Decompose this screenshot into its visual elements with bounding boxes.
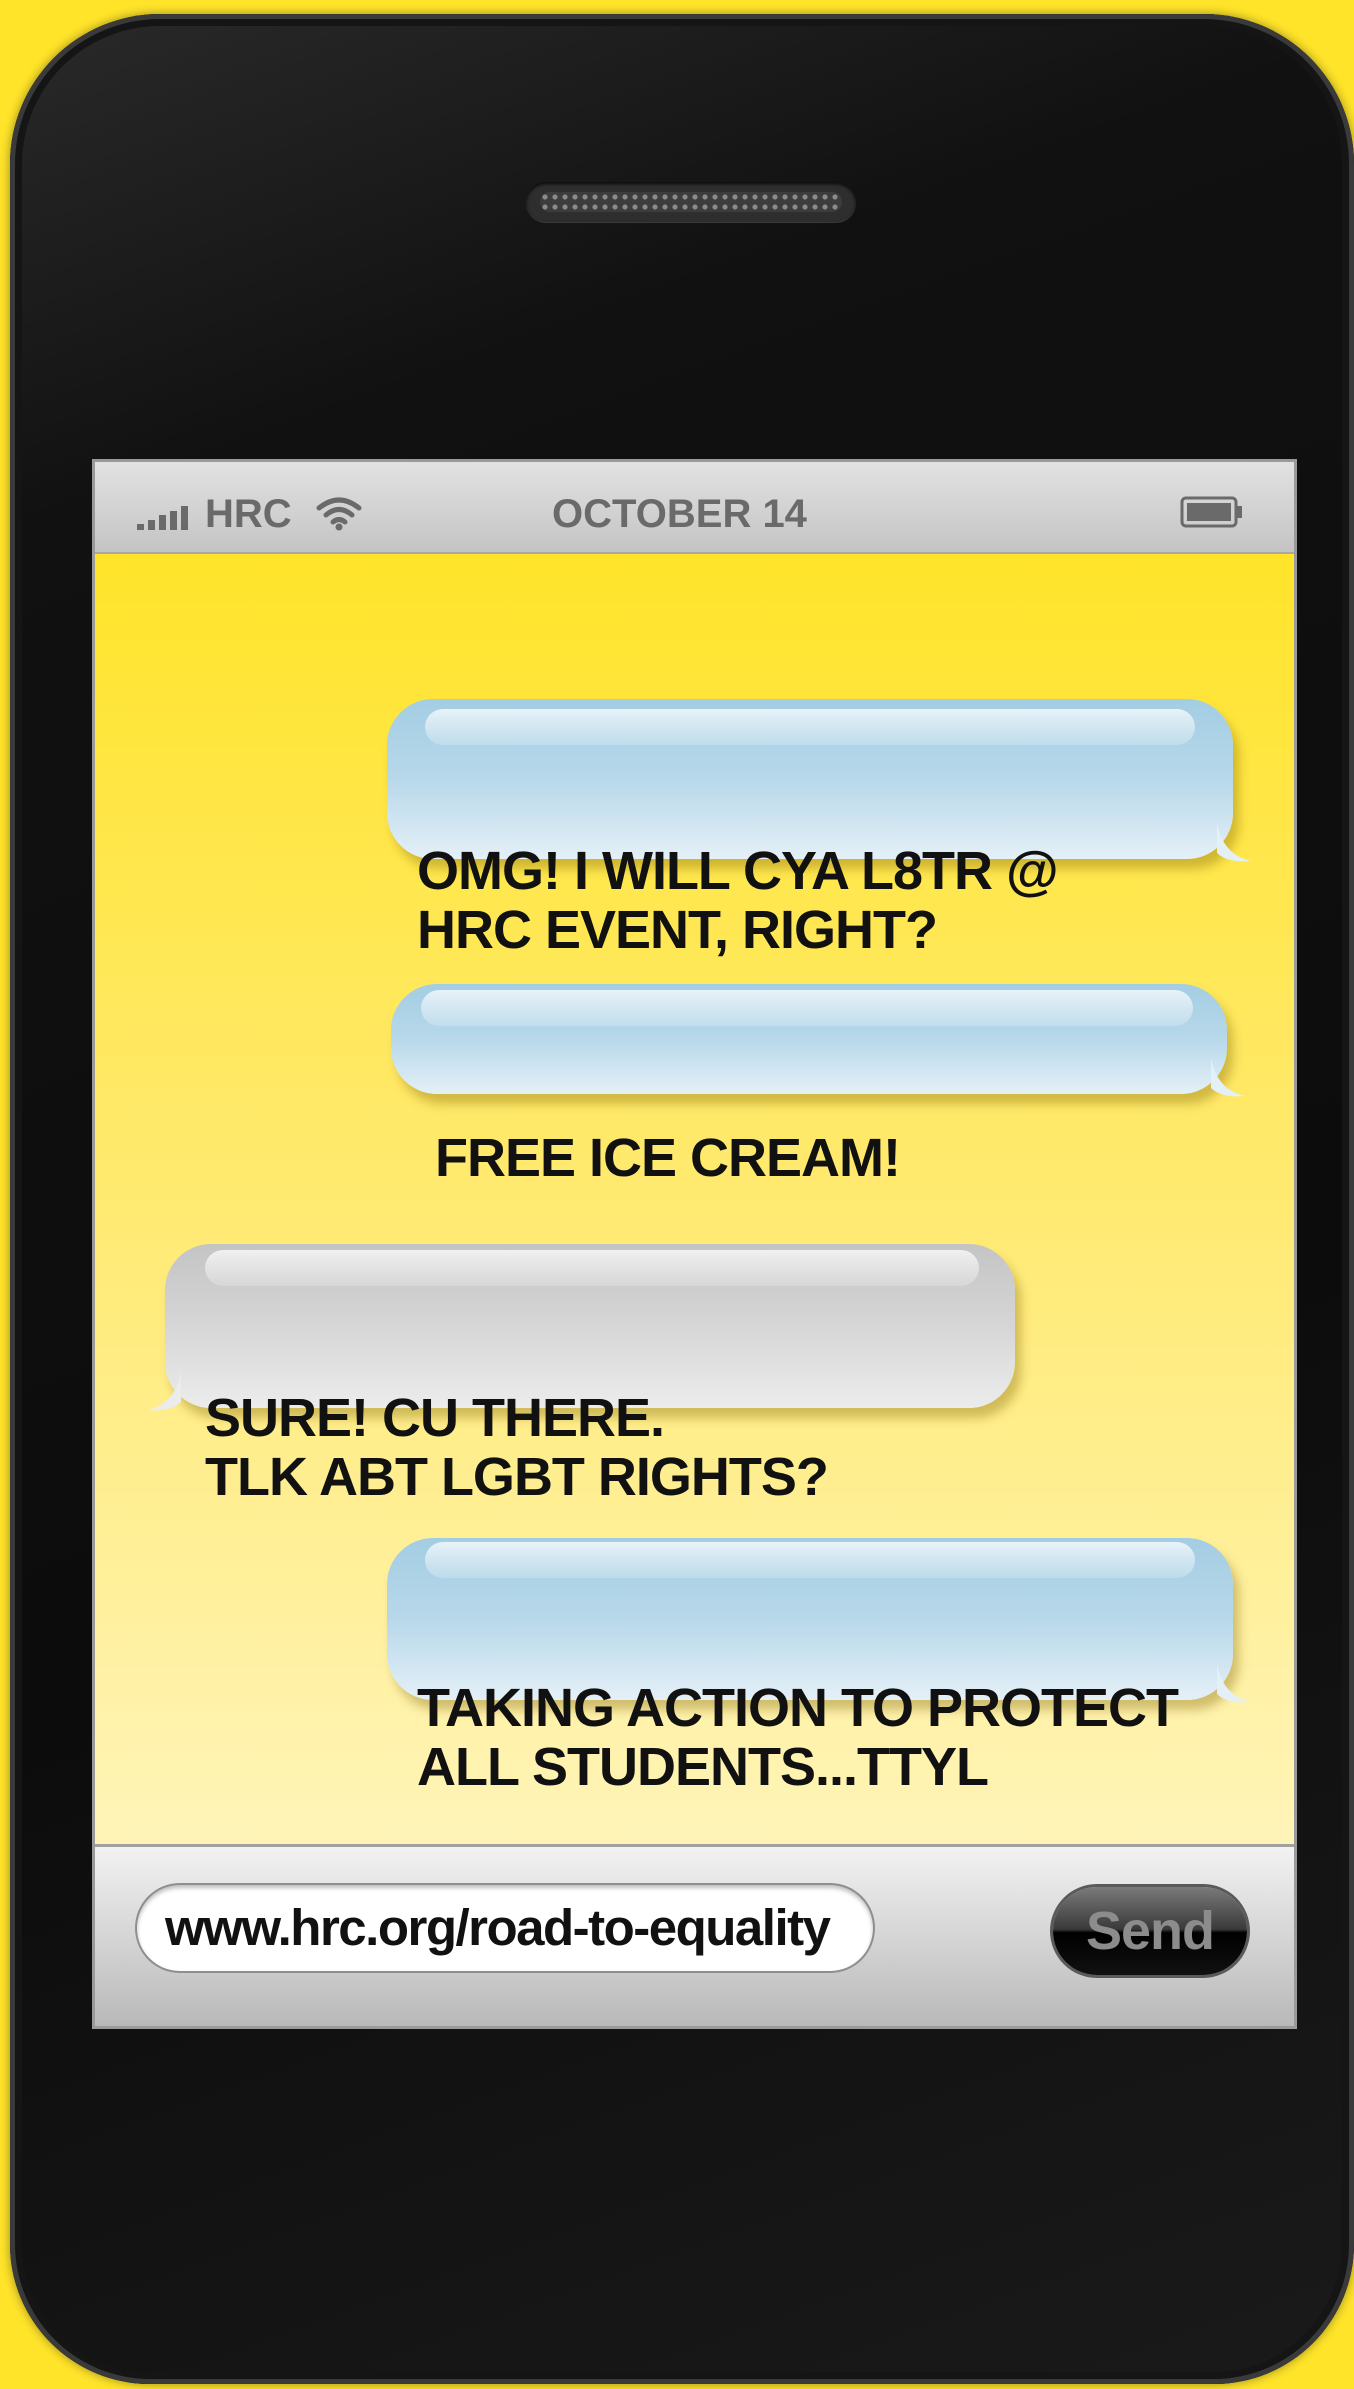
bubble-tail: [1211, 1058, 1245, 1097]
phone-screen: HRC OCTOBER 14 OMG! I WILL CYA L8TR @ HR…: [92, 459, 1297, 2029]
message-text: OMG! I WILL CYA L8TR @ HRC EVENT, RIGHT?: [417, 840, 1059, 961]
message-input-field[interactable]: www.hrc.org/road-to-equality: [137, 1885, 873, 1971]
battery-icon: [1180, 496, 1242, 528]
message-text: TAKING ACTION TO PROTECT ALL STUDENTS...…: [417, 1677, 1179, 1798]
message-bubble-outgoing: FREE ICE CREAM!: [391, 984, 1245, 1188]
message-input-bar: www.hrc.org/road-to-equality Send: [95, 1844, 1294, 2026]
speaker-mesh: [540, 192, 842, 212]
message-thread: OMG! I WILL CYA L8TR @ HRC EVENT, RIGHT?…: [95, 554, 1294, 1844]
status-date: OCTOBER 14: [552, 492, 807, 536]
speaker-grille: [526, 182, 856, 222]
message-bubble-outgoing: TAKING ACTION TO PROTECT ALL STUDENTS...…: [387, 1538, 1251, 1797]
message-bubble-outgoing: OMG! I WILL CYA L8TR @ HRC EVENT, RIGHT?: [387, 699, 1251, 960]
bubble-tail: [1217, 823, 1251, 862]
message-text: SURE! CU THERE. TLK ABT LGBT RIGHTS?: [205, 1387, 829, 1508]
bubble-tail: [147, 1372, 181, 1411]
message-text: FREE ICE CREAM!: [435, 1127, 901, 1188]
phone-frame: HRC OCTOBER 14 OMG! I WILL CYA L8TR @ HR…: [10, 14, 1354, 2384]
send-button[interactable]: Send: [1053, 1887, 1247, 1975]
message-bubble-incoming: SURE! CU THERE. TLK ABT LGBT RIGHTS?: [147, 1244, 1015, 1507]
status-bar: HRC OCTOBER 14: [95, 462, 1294, 554]
bubble-tail: [1217, 1664, 1251, 1703]
